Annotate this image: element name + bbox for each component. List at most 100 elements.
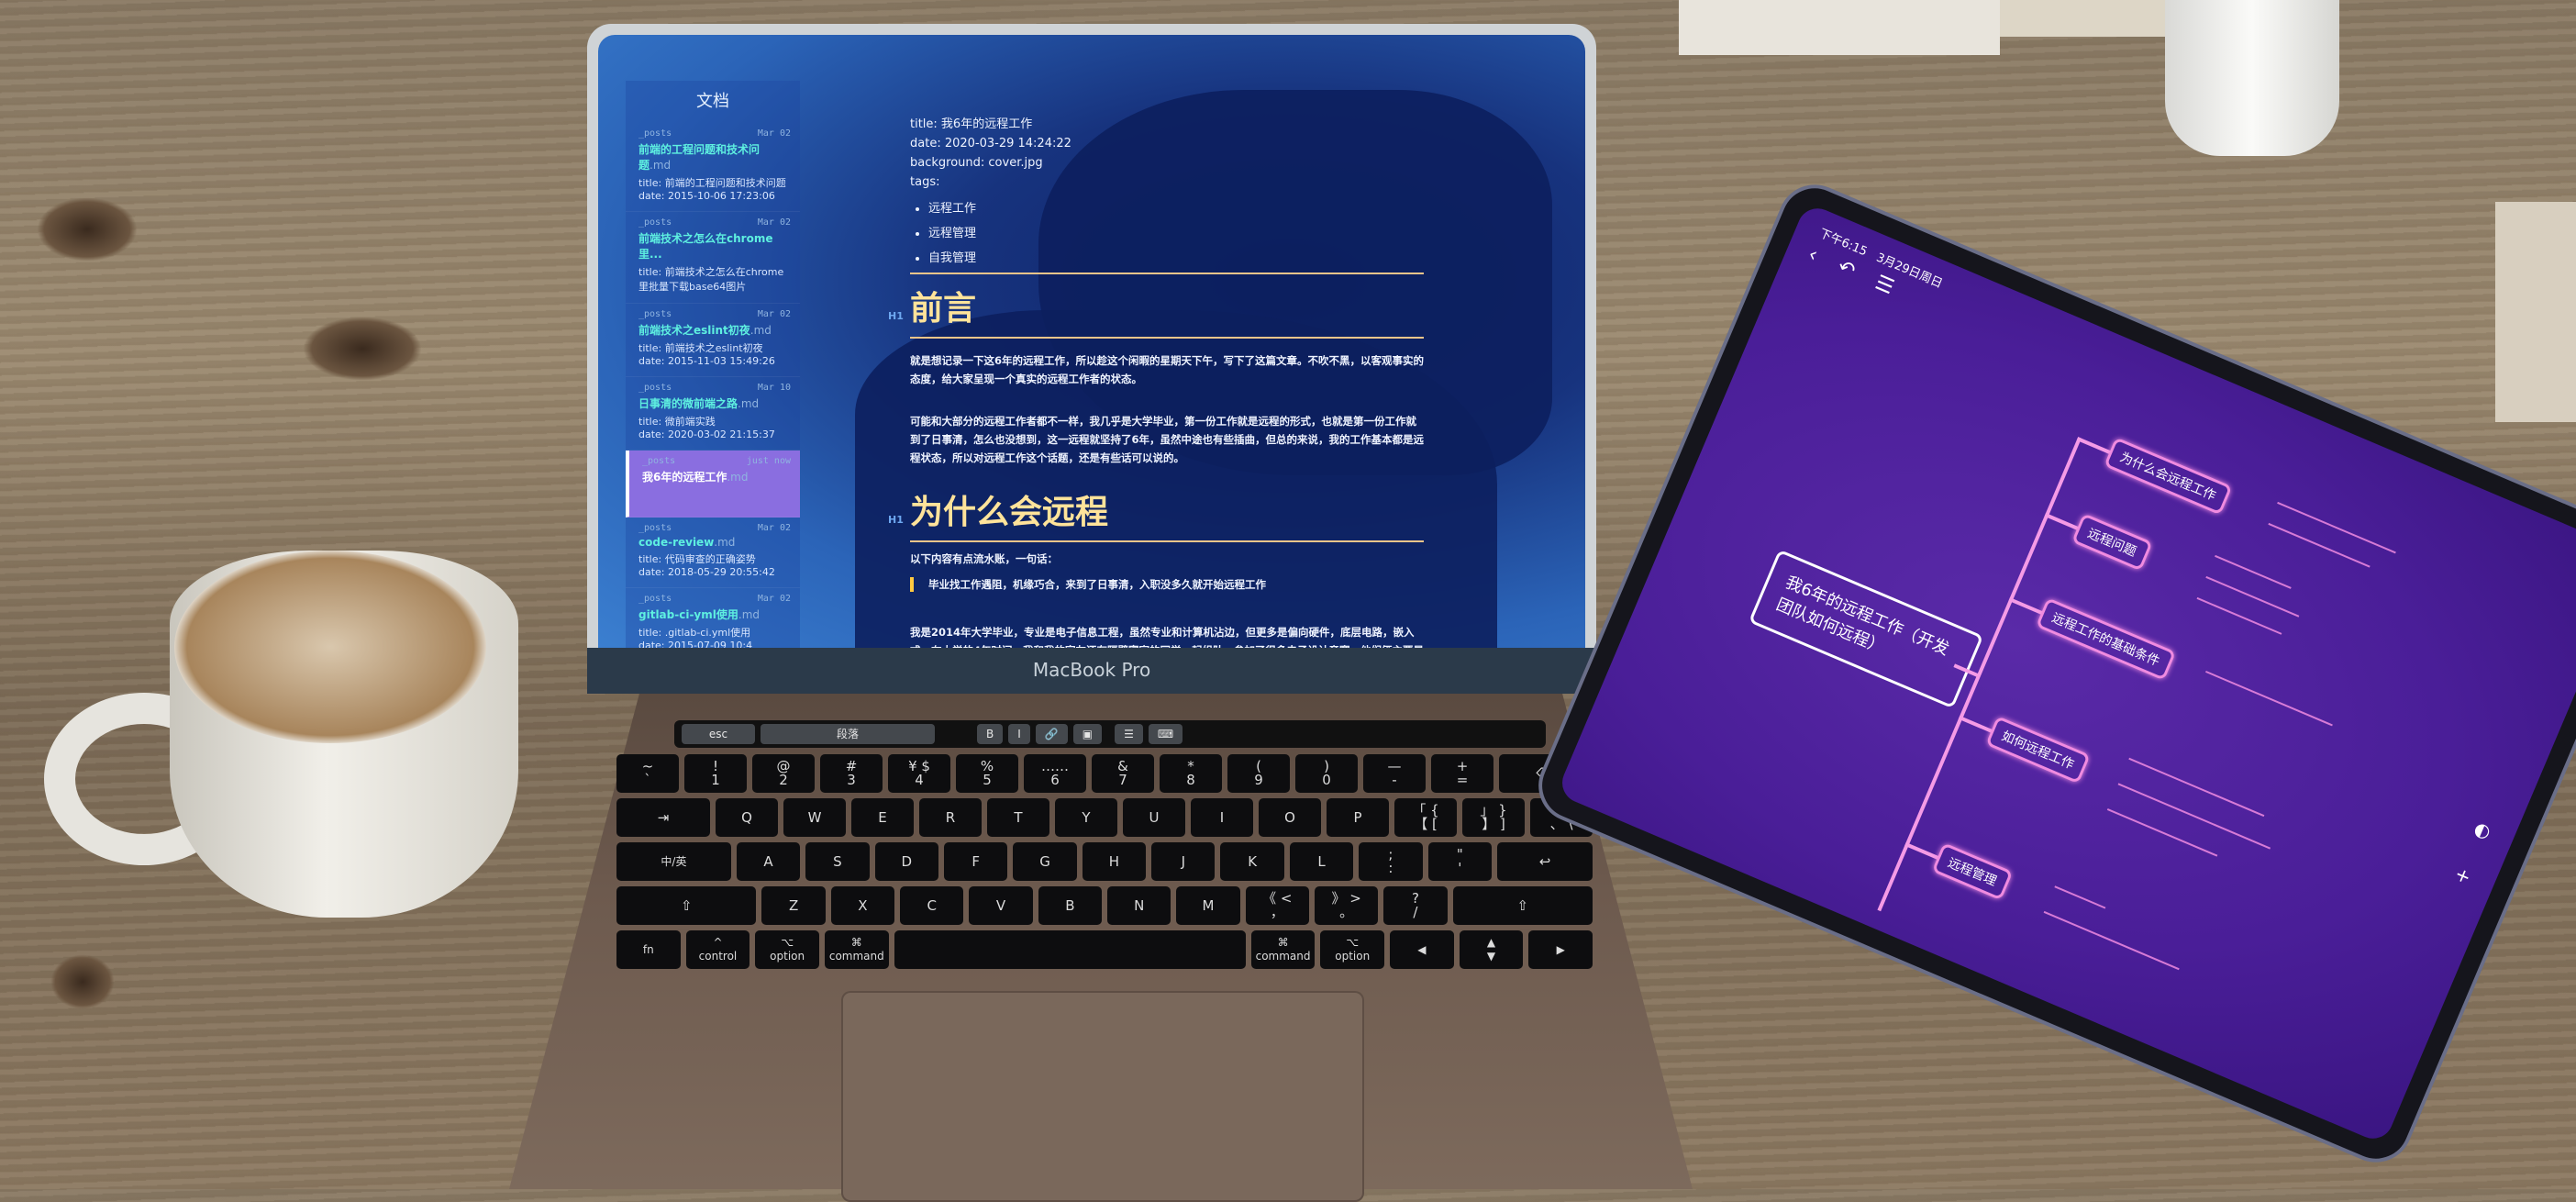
keyboard-key[interactable]: L bbox=[1289, 842, 1354, 881]
keyboard-key[interactable]: * 8 bbox=[1160, 754, 1222, 793]
mindmap-branch[interactable]: 远程问题 bbox=[2071, 513, 2153, 572]
keyboard-key[interactable]: — - bbox=[1363, 754, 1426, 793]
keyboard-key[interactable]: + = bbox=[1431, 754, 1493, 793]
post-title: title: 微前端实践 bbox=[638, 416, 716, 428]
keyboard-key[interactable]: ( 9 bbox=[1227, 754, 1290, 793]
keyboard-key[interactable]: ⇥ bbox=[616, 798, 710, 837]
keyboard-key[interactable]: X bbox=[830, 886, 895, 925]
keyboard-key[interactable]: G bbox=[1013, 842, 1077, 881]
keyboard-key[interactable]: ; : bbox=[1359, 842, 1423, 881]
outline-list-icon[interactable]: ☰ bbox=[1871, 272, 1897, 300]
theme-icon[interactable]: ◐ bbox=[2471, 817, 2493, 843]
keyboard-key[interactable]: 》 > 。 bbox=[1314, 886, 1379, 925]
keyboard: ~ `! 1 @ 2 # 3 ¥ $ 4% 5…… 6 & 7 * 8( 9) 0— - +… bbox=[616, 754, 1593, 969]
add-icon[interactable]: + bbox=[2451, 863, 2474, 889]
keyboard-key[interactable]: F bbox=[943, 842, 1008, 881]
keyboard-key[interactable]: …… 6 bbox=[1024, 754, 1086, 793]
keyboard-key[interactable]: ▶ bbox=[1528, 930, 1593, 969]
keyboard-key[interactable]: " ' bbox=[1427, 842, 1492, 881]
paragraph-button[interactable]: 段落 bbox=[761, 724, 935, 744]
keyboard-key[interactable]: ⇧ bbox=[1452, 886, 1593, 925]
keyboard-key[interactable]: O bbox=[1259, 798, 1321, 837]
keyboard-key[interactable]: R bbox=[919, 798, 982, 837]
keyboard-key[interactable]: ⌥ option bbox=[1320, 930, 1385, 969]
keyboard-key[interactable]: E bbox=[851, 798, 914, 837]
keyboard-key[interactable]: # 3 bbox=[820, 754, 883, 793]
keyboard-key[interactable]: ^ control bbox=[685, 930, 750, 969]
mindmap-branch[interactable]: 远程管理 bbox=[1931, 842, 2014, 901]
image-icon[interactable]: ▣ bbox=[1072, 724, 1103, 744]
keyboard-key[interactable]: ⌘ command bbox=[824, 930, 889, 969]
sidebar-post-item[interactable]: _posts Mar 02 前端技术之eslint初夜.md title: 前端技术之… bbox=[626, 304, 800, 377]
touch-bar[interactable]: esc 段落 B I 🔗 ▣ ☰ ⌨ bbox=[674, 720, 1546, 748]
keyboard-key[interactable]: & 7 bbox=[1092, 754, 1154, 793]
keyboard-key[interactable]: M bbox=[1176, 886, 1240, 925]
space-key[interactable] bbox=[894, 930, 1246, 969]
keyboard-key[interactable]: S bbox=[805, 842, 870, 881]
keyboard-key[interactable]: Q bbox=[716, 798, 778, 837]
sidebar-post-item[interactable]: _posts Mar 02 前端技术之怎么在chrome里... title: 前端技… bbox=[626, 212, 800, 304]
keyboard-key[interactable]: ◀ bbox=[1390, 930, 1454, 969]
bold-button[interactable]: B bbox=[977, 724, 1004, 744]
keyboard-key[interactable]: % 5 bbox=[956, 754, 1018, 793]
keyboard-key[interactable]: W bbox=[783, 798, 846, 837]
keyboard-key[interactable]: A bbox=[736, 842, 801, 881]
post-title: title: 前端技术之eslint初夜 bbox=[638, 342, 763, 354]
sidebar-post-item[interactable]: _posts Mar 02 gitlab-ci-yml使用.md title: .gi… bbox=[626, 588, 800, 648]
keyboard-key[interactable]: ~ ` bbox=[616, 754, 679, 793]
sidebar-post-item[interactable]: _posts just now 我6年的远程工作.md bbox=[626, 451, 800, 518]
mindmap-branch[interactable]: 为什么会远程工作 bbox=[2104, 437, 2233, 516]
keyboard-key[interactable]: 中/英 bbox=[616, 842, 731, 881]
keyboard-key[interactable]: Y bbox=[1055, 798, 1117, 837]
esc-button[interactable]: esc bbox=[682, 724, 755, 744]
keyboard-key[interactable]: ↩ bbox=[1496, 842, 1593, 881]
wood-knot bbox=[37, 197, 138, 262]
post-title: title: 前端的工程问题和技术问题 bbox=[638, 177, 786, 189]
sidebar-post-item[interactable]: _posts Mar 02 前端的工程问题和技术问题.md title: 前端的工程问… bbox=[626, 123, 800, 212]
post-folder: _posts bbox=[638, 128, 672, 139]
keyboard-key[interactable]: P bbox=[1327, 798, 1389, 837]
keyboard-key[interactable]: 」 } 】 ] bbox=[1462, 798, 1525, 837]
trackpad[interactable] bbox=[841, 991, 1364, 1202]
keyboard-key[interactable]: 「 { 【 [ bbox=[1394, 798, 1457, 837]
keyboard-key[interactable]: K bbox=[1220, 842, 1284, 881]
keyboard-key[interactable]: V bbox=[969, 886, 1033, 925]
keyboard-key[interactable]: ⌥ option bbox=[755, 930, 819, 969]
post-time: Mar 02 bbox=[757, 309, 791, 319]
keyboard-key[interactable]: ⇧ bbox=[616, 886, 757, 925]
keyboard-key[interactable]: ⌘ command bbox=[1250, 930, 1316, 969]
keyboard-key[interactable]: C bbox=[900, 886, 964, 925]
list-icon[interactable]: ☰ bbox=[1115, 724, 1143, 744]
meta-tags-label: tags: bbox=[910, 175, 940, 189]
undo-icon[interactable]: ↶ bbox=[1834, 255, 1859, 283]
post-name: 我6年的远程工作 bbox=[642, 471, 727, 484]
keyboard-key[interactable]: @ 2 bbox=[752, 754, 815, 793]
sidebar-post-item[interactable]: _posts Mar 10 日事清的微前端之路.md title: 微前端实践 date… bbox=[626, 377, 800, 451]
keyboard-key[interactable]: D bbox=[874, 842, 938, 881]
sidebar-post-item[interactable]: _posts Mar 02 code-review.md title: 代码审查的正确… bbox=[626, 518, 800, 588]
keyboard-key[interactable]: N bbox=[1107, 886, 1171, 925]
markdown-editor[interactable]: title: 我6年的远程工作 date: 2020-03-29 14:24:2… bbox=[888, 108, 1424, 648]
keyboard-key[interactable]: ¥ $ 4 bbox=[888, 754, 950, 793]
keyboard-key[interactable]: ▲ ▼ bbox=[1459, 930, 1524, 969]
keyboard-key[interactable]: ! 1 bbox=[684, 754, 747, 793]
keyboard-key[interactable]: Z bbox=[761, 886, 826, 925]
keyboard-key[interactable]: fn bbox=[616, 930, 681, 969]
mindmap-branch[interactable]: 远程工作的基础条件 bbox=[2035, 597, 2177, 681]
keyboard-key[interactable]: U bbox=[1123, 798, 1185, 837]
keyboard-key[interactable]: 《 < ， bbox=[1245, 886, 1309, 925]
keyboard-key[interactable]: I bbox=[1191, 798, 1253, 837]
back-icon[interactable]: ‹ bbox=[1804, 243, 1821, 267]
link-icon[interactable]: 🔗 bbox=[1035, 724, 1068, 744]
key-row: ⇧ Z X C V B N M 《 < ，》 > 。? / ⇧ bbox=[616, 886, 1593, 925]
mindmap-root[interactable]: 我6年的远程工作（开发团队如何远程） bbox=[1748, 549, 1984, 709]
keyboard-key[interactable]: B bbox=[1038, 886, 1103, 925]
keyboard-key[interactable]: J bbox=[1151, 842, 1216, 881]
italic-button[interactable]: I bbox=[1008, 724, 1030, 744]
keyboard-key[interactable]: H bbox=[1082, 842, 1147, 881]
keyboard-key[interactable]: T bbox=[987, 798, 1049, 837]
keyboard-icon[interactable]: ⌨ bbox=[1148, 724, 1183, 744]
keyboard-key[interactable]: ? / bbox=[1383, 886, 1448, 925]
mindmap-branch[interactable]: 如何远程工作 bbox=[1985, 716, 2091, 785]
keyboard-key[interactable]: ) 0 bbox=[1295, 754, 1358, 793]
